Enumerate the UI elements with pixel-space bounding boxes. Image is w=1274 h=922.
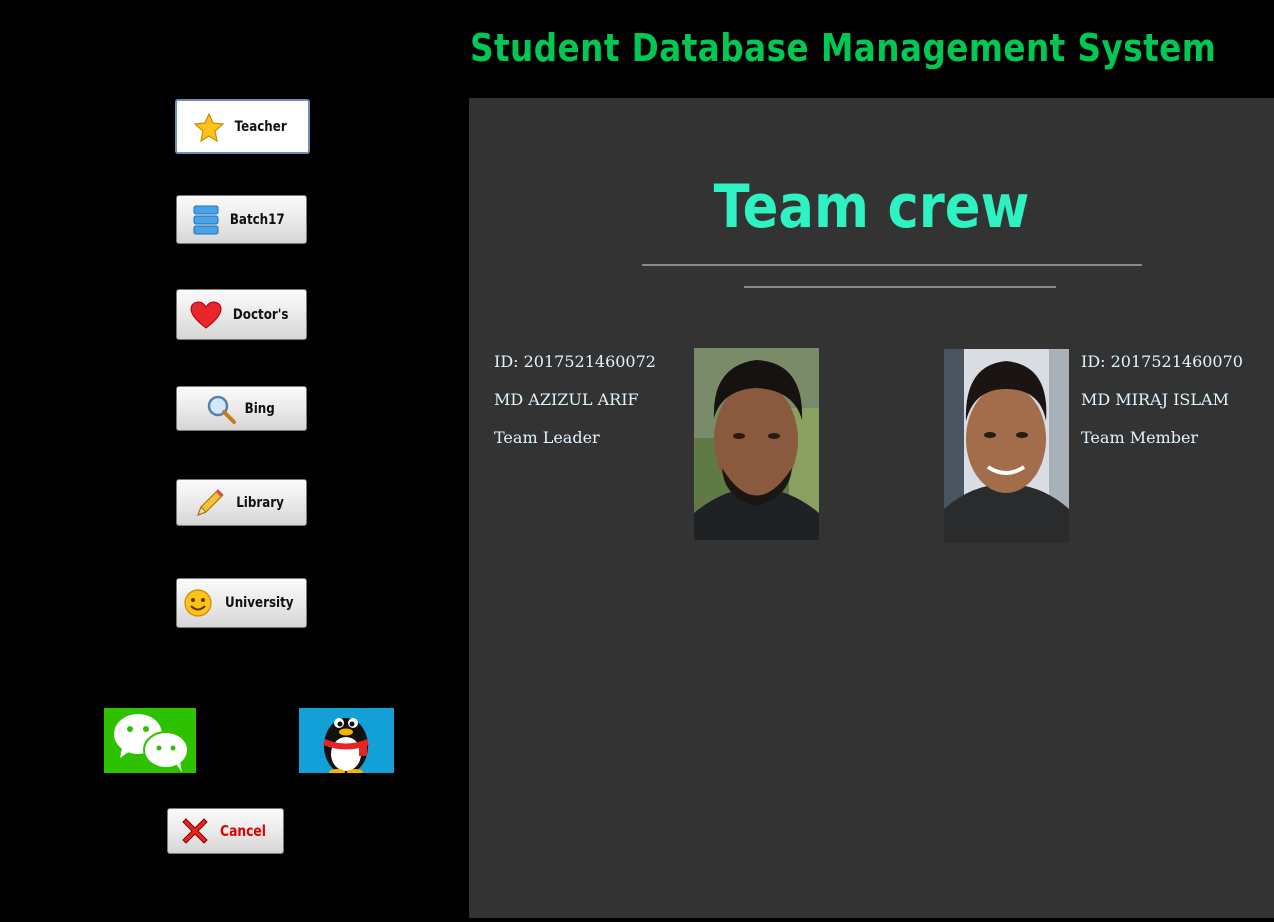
title-divider-bottom bbox=[744, 286, 1056, 288]
member-name: MD MIRAJ ISLAM bbox=[1081, 390, 1229, 409]
member-card-left: ID: 2017521460072 MD AZIZUL ARIF Team Le… bbox=[494, 343, 656, 457]
cancel-button[interactable]: Cancel bbox=[167, 808, 284, 854]
bing-button[interactable]: Bing bbox=[176, 386, 307, 431]
member-id: ID: 2017521460072 bbox=[494, 352, 656, 371]
member-role: Team Member bbox=[1081, 428, 1199, 447]
teacher-button[interactable]: Teacher bbox=[175, 99, 310, 154]
heart-icon bbox=[190, 300, 222, 329]
member-photo-left bbox=[694, 348, 819, 540]
close-icon bbox=[179, 815, 211, 847]
university-button[interactable]: University bbox=[176, 578, 307, 628]
member-name: MD AZIZUL ARIF bbox=[494, 390, 639, 409]
database-icon bbox=[193, 205, 219, 235]
wechat-icon[interactable] bbox=[104, 708, 196, 778]
member-id: ID: 2017521460070 bbox=[1081, 352, 1243, 371]
batch17-label: Batch17 bbox=[230, 211, 285, 228]
doctors-label: Doctor's bbox=[232, 306, 289, 323]
library-button[interactable]: Library bbox=[176, 479, 307, 526]
university-label: University bbox=[225, 595, 294, 611]
cancel-label: Cancel bbox=[220, 822, 267, 840]
teacher-label: Teacher bbox=[234, 118, 287, 135]
panel-title: Team crew bbox=[713, 172, 1030, 242]
bing-label: Bing bbox=[244, 400, 275, 417]
title-divider-top bbox=[642, 264, 1142, 266]
magnifier-icon bbox=[206, 394, 236, 424]
member-card-right: ID: 2017521460070 MD MIRAJ ISLAM Team Me… bbox=[1081, 343, 1243, 457]
star-icon bbox=[193, 112, 224, 142]
member-role: Team Leader bbox=[494, 428, 600, 447]
team-panel: Team crew ID: 2017521460072 MD AZIZUL AR… bbox=[469, 98, 1274, 918]
smiley-icon bbox=[183, 588, 213, 618]
pencil-icon bbox=[194, 487, 226, 519]
doctors-button[interactable]: Doctor's bbox=[176, 289, 307, 340]
member-photo-right bbox=[944, 349, 1069, 543]
app-title: Student Database Management System bbox=[470, 26, 1217, 70]
batch17-button[interactable]: Batch17 bbox=[176, 195, 307, 244]
qq-penguin-icon[interactable] bbox=[299, 708, 394, 778]
library-label: Library bbox=[236, 494, 285, 511]
